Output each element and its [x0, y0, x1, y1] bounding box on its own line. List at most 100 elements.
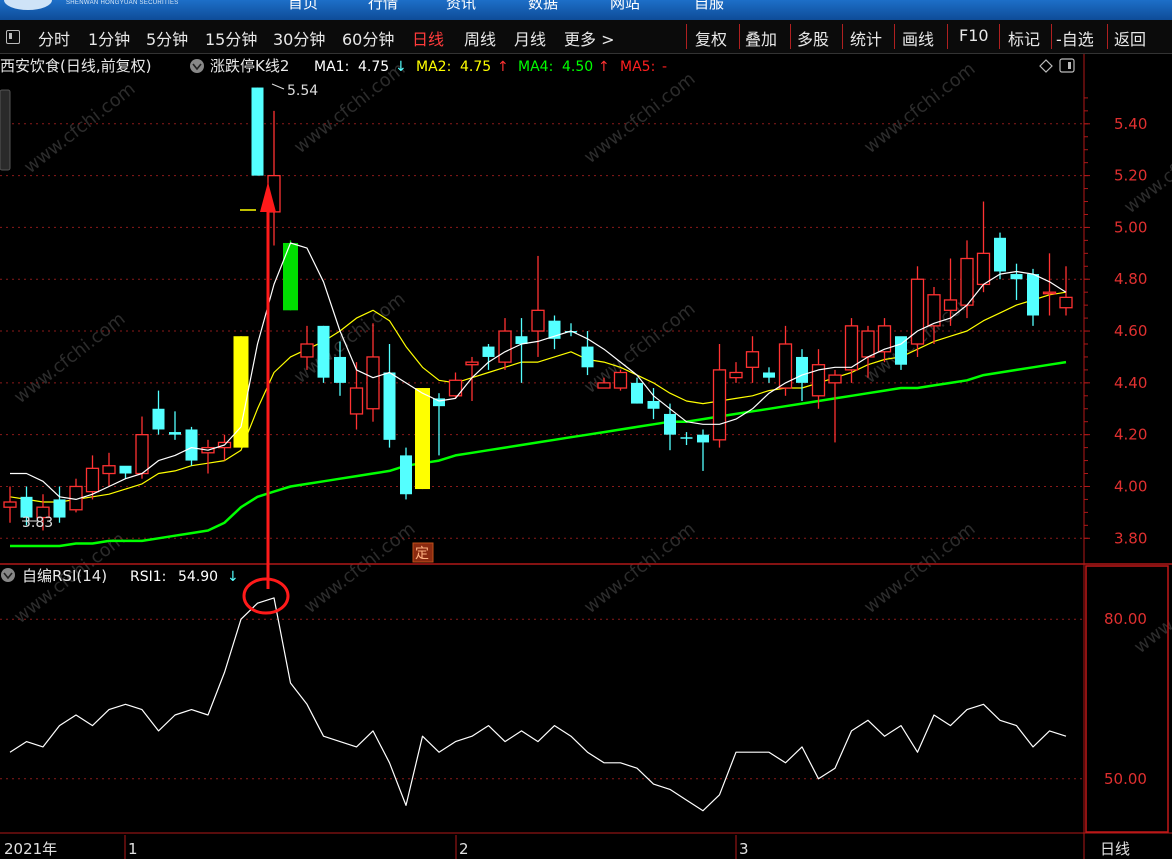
candle-body — [251, 87, 264, 176]
candle-body — [1027, 274, 1039, 316]
period-monthly[interactable]: 月线 — [514, 26, 546, 50]
ma1-arrow: ↓ — [395, 59, 407, 75]
candle-body — [943, 299, 958, 311]
watermark-text: www.cfchi.com — [1130, 558, 1172, 658]
candle-body — [1010, 274, 1023, 280]
candle-body — [366, 356, 380, 410]
mark-button[interactable]: 标记 — [1008, 26, 1040, 50]
ma4-line — [10, 360, 1067, 548]
period-weekly[interactable]: 周线 — [464, 26, 496, 50]
price-axis: 5.40 5.20 5.00 4.80 4.60 4.40 4.20 4.00 3.80 — [1084, 97, 1147, 547]
period-timeshare[interactable]: 分时 — [38, 26, 70, 50]
watermark-text: www.cfchi.com — [860, 518, 979, 618]
draw-line-button[interactable]: 画线 — [902, 26, 934, 50]
candle-body — [498, 330, 512, 363]
nav-site[interactable]: 网站 — [610, 0, 640, 13]
price-tick-label: 4.80 — [1114, 270, 1147, 288]
rsi-dropdown-icon[interactable] — [1, 568, 15, 582]
nav-quotes[interactable]: 行情 — [368, 0, 398, 13]
candle-body — [349, 387, 364, 415]
high-marker-value: 5.54 — [287, 83, 318, 99]
period-toolbar: 分时 1分钟 5分钟 15分钟 30分钟 60分钟 日线 周线 月线 更多 > … — [0, 20, 1172, 54]
rsi-label: RSI1: — [130, 569, 166, 585]
price-tick-label: 5.40 — [1114, 115, 1147, 133]
candlesticks — [3, 87, 1073, 531]
chevron-right-icon: > — [601, 30, 615, 49]
candle-body — [960, 257, 974, 306]
nav-news[interactable]: 资讯 — [446, 0, 476, 13]
chart-grid — [0, 123, 1084, 780]
panel-collapse-icon[interactable] — [1059, 58, 1075, 73]
stock-title: 西安饮食(日线,前复权) — [0, 57, 151, 75]
ma4-polyline — [10, 360, 1067, 548]
toolbar-divider — [790, 24, 791, 49]
kline-chart[interactable]: www.cfchi.com www.cfchi.com www.cfchi.com w… — [0, 54, 1172, 859]
candle-body — [745, 351, 760, 368]
broker-logo — [4, 0, 52, 10]
candle-body — [712, 369, 727, 441]
back-button[interactable]: 返回 — [1114, 26, 1146, 50]
ma1-value: 4.75 — [358, 59, 389, 75]
period-15min[interactable]: 15分钟 — [205, 26, 257, 50]
multi-stock-button[interactable]: 多股 — [797, 26, 829, 50]
candle-body — [334, 356, 346, 383]
rsi-title: 自编RSI(14) — [22, 567, 107, 585]
nav-data[interactable]: 数据 — [528, 0, 558, 13]
high-annotation: 5.54 — [271, 83, 318, 99]
toolbar-divider — [686, 24, 687, 49]
period-30min[interactable]: 30分钟 — [273, 26, 325, 50]
candle-body — [796, 356, 808, 383]
ma2-label: MA2: — [416, 59, 451, 75]
indicator-dropdown-icon[interactable] — [190, 59, 204, 73]
candle-body — [976, 252, 991, 286]
overlay-button[interactable]: 叠加 — [745, 26, 777, 50]
candle-body — [465, 361, 479, 366]
diamond-icon[interactable] — [1039, 59, 1053, 73]
candle-body — [383, 372, 396, 440]
ma2-arrow: ↑ — [497, 59, 509, 75]
ding-badge-label: 定 — [415, 546, 429, 562]
nav-self-service[interactable]: 自服 — [694, 0, 724, 13]
watermark-text: www.cfchi.com — [20, 78, 139, 178]
rsi-axis-frame — [1085, 565, 1169, 833]
low-annotation: 3.83 — [22, 515, 53, 531]
indicator-name[interactable]: 涨跌停K线2 — [210, 57, 289, 75]
candle-body — [152, 408, 165, 430]
price-tick-label: 4.00 — [1114, 477, 1147, 495]
candle-body — [697, 434, 709, 443]
ma4-value: 4.50 — [562, 59, 593, 75]
remove-watchlist-button[interactable]: -自选 — [1056, 26, 1094, 50]
candle-body — [994, 237, 1006, 272]
candle-body — [415, 388, 430, 490]
period-1min[interactable]: 1分钟 — [88, 26, 130, 50]
toolbar-divider — [947, 24, 948, 49]
period-daily[interactable]: 日线 — [412, 26, 444, 50]
candle-body — [1042, 291, 1057, 295]
period-more-label: 更多 — [564, 30, 597, 49]
nav-home[interactable]: 首页 — [288, 0, 318, 13]
statistics-button[interactable]: 统计 — [850, 26, 882, 50]
panel-collapse-icon-bar — [1068, 62, 1071, 69]
candle-body — [531, 309, 545, 332]
watermark-text: www.cfchi.com — [290, 58, 409, 158]
restore-rights-button[interactable]: 复权 — [695, 26, 727, 50]
candle-body — [119, 465, 132, 474]
period-5min[interactable]: 5分钟 — [146, 26, 188, 50]
period-60min[interactable]: 60分钟 — [342, 26, 394, 50]
high-marker-line — [271, 83, 285, 90]
rsi-tick-label: 80.00 — [1104, 610, 1147, 628]
ma5-label: MA5: — [620, 59, 655, 75]
price-tick-label: 4.40 — [1114, 374, 1147, 392]
broker-brand: SHENWAN HONGYUAN SECURITIES — [66, 0, 179, 6]
toolbar-divider — [999, 24, 1000, 49]
period-more[interactable]: 更多 > — [564, 26, 615, 50]
candle-body — [185, 429, 198, 461]
watermark-text: www.cfchi.com — [580, 68, 699, 168]
x-label-mar: 3 — [739, 840, 749, 858]
f10-button[interactable]: F10 — [959, 26, 989, 45]
candle-body — [169, 432, 181, 435]
x-label-jan: 1 — [128, 840, 138, 858]
scroll-indicator[interactable] — [0, 89, 11, 171]
panel-toggle-icon[interactable] — [6, 30, 20, 44]
candle-body — [3, 501, 17, 508]
